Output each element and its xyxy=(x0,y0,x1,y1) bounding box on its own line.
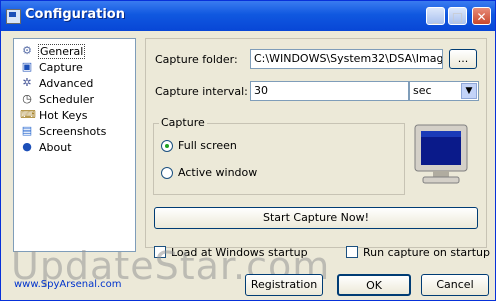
capture-icon: ▣ xyxy=(21,60,33,73)
tree-item-label: Screenshots xyxy=(39,124,107,138)
capture-mode-group xyxy=(153,123,405,195)
advanced-icon: ✲ xyxy=(22,76,32,89)
full-screen-radio[interactable] xyxy=(161,140,173,152)
registration-button[interactable]: Registration xyxy=(245,274,323,296)
ok-button[interactable]: OK xyxy=(337,274,411,296)
active-window-label[interactable]: Active window xyxy=(178,166,257,179)
website-link[interactable]: www.SpyArsenal.com xyxy=(14,279,122,290)
tree-item-general[interactable]: ⚙ General xyxy=(20,43,86,59)
screenshots-icon: ▤ xyxy=(21,124,33,137)
tree-item-label: Scheduler xyxy=(39,92,95,106)
maximize-button[interactable]: □ xyxy=(448,7,467,25)
scheduler-icon: ◷ xyxy=(22,92,32,105)
tree-item-hot-keys[interactable]: ⌨ Hot Keys xyxy=(20,107,89,123)
capture-interval-input[interactable]: 30 xyxy=(250,81,409,101)
capture-folder-input[interactable]: C:\WINDOWS\System32\DSA\Images xyxy=(250,49,443,69)
active-window-radio[interactable] xyxy=(161,167,173,179)
full-screen-label[interactable]: Full screen xyxy=(178,139,237,152)
minimize-button[interactable]: _ xyxy=(426,7,445,25)
interval-unit-value: sec xyxy=(413,84,432,97)
about-icon: ● xyxy=(22,140,32,153)
tree-item-label: Capture xyxy=(39,60,83,74)
configuration-window: Configuration _ □ ✕ ⚙ General ▣ Capture … xyxy=(0,0,496,301)
tree-item-screenshots[interactable]: ▤ Screenshots xyxy=(20,123,107,139)
run-capture-startup-checkbox[interactable] xyxy=(346,246,358,258)
capture-folder-label: Capture folder: xyxy=(155,53,238,66)
tree-item-label: About xyxy=(39,140,72,154)
tree-item-label: Hot Keys xyxy=(39,108,88,122)
title-bar[interactable]: Configuration _ □ ✕ xyxy=(1,1,495,31)
tree-item-label: Advanced xyxy=(39,76,94,90)
start-capture-button[interactable]: Start Capture Now! xyxy=(154,207,478,229)
capture-interval-label: Capture interval: xyxy=(155,85,248,98)
chevron-down-icon[interactable]: ▼ xyxy=(461,83,477,99)
tree-item-advanced[interactable]: ✲ Advanced xyxy=(20,75,94,91)
tree-item-capture[interactable]: ▣ Capture xyxy=(20,59,84,75)
run-capture-startup-label[interactable]: Run capture on startup xyxy=(363,246,490,259)
browse-button[interactable]: ... xyxy=(449,49,477,69)
gear-icon: ⚙ xyxy=(22,44,32,57)
cancel-button[interactable]: Cancel xyxy=(421,274,489,296)
tree-item-about[interactable]: ● About xyxy=(20,139,73,155)
window-title: Configuration xyxy=(25,7,125,22)
capture-group-title: Capture xyxy=(159,116,207,129)
interval-unit-select[interactable]: sec ▼ xyxy=(409,81,479,101)
app-icon xyxy=(6,9,21,24)
tree-item-scheduler[interactable]: ◷ Scheduler xyxy=(20,91,95,107)
tree-item-label: General xyxy=(38,43,86,59)
monitor-icon xyxy=(414,124,468,184)
hotkeys-icon: ⌨ xyxy=(20,108,36,121)
close-button[interactable]: ✕ xyxy=(472,7,491,25)
settings-tree: ⚙ General ▣ Capture ✲ Advanced ◷ Schedul… xyxy=(13,38,136,252)
